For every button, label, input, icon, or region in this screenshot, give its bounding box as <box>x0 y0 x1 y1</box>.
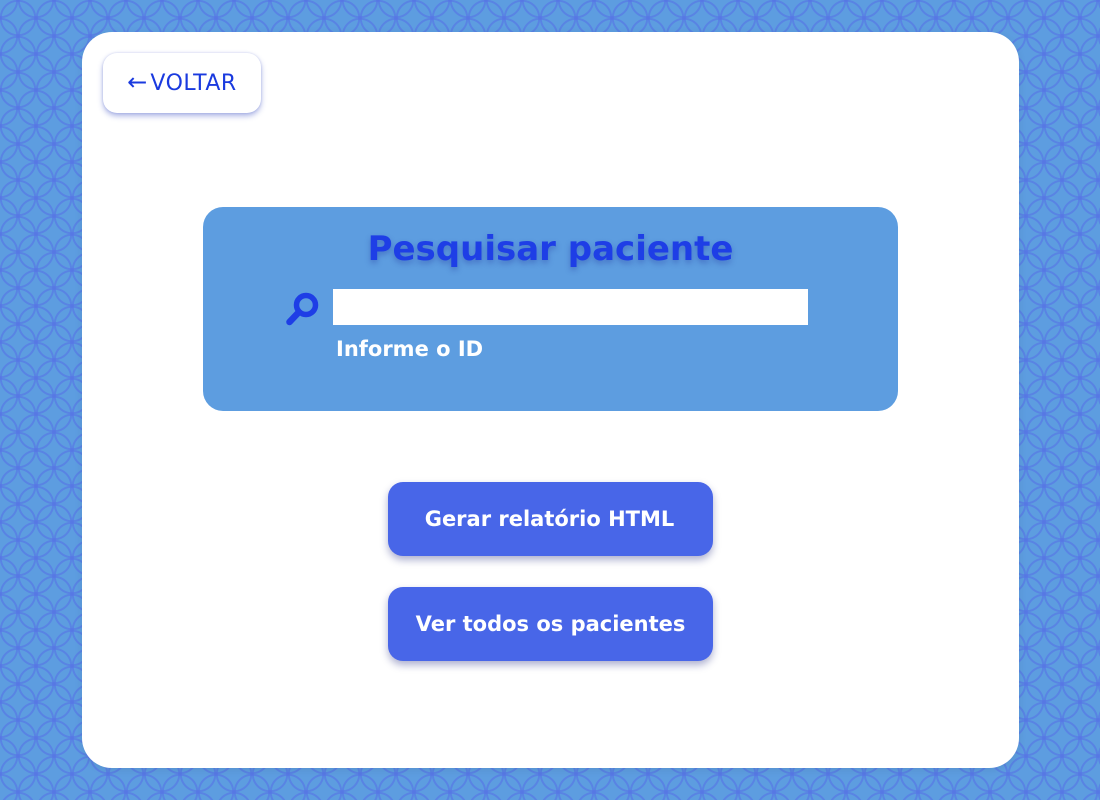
search-panel: Pesquisar paciente Informe o ID <box>203 207 898 411</box>
patient-id-input[interactable] <box>333 289 808 325</box>
search-icon[interactable] <box>285 291 321 327</box>
search-title: Pesquisar paciente <box>367 229 734 269</box>
back-button-label: VOLTAR <box>150 70 237 96</box>
view-all-patients-button[interactable]: Ver todos os pacientes <box>388 587 713 661</box>
arrow-left-icon: ← <box>127 68 148 96</box>
search-hint: Informe o ID <box>336 337 484 361</box>
generate-html-report-button[interactable]: Gerar relatório HTML <box>388 482 713 556</box>
back-button[interactable]: ← VOLTAR <box>103 53 261 113</box>
main-card: ← VOLTAR Pesquisar paciente Informe o ID… <box>82 32 1019 768</box>
